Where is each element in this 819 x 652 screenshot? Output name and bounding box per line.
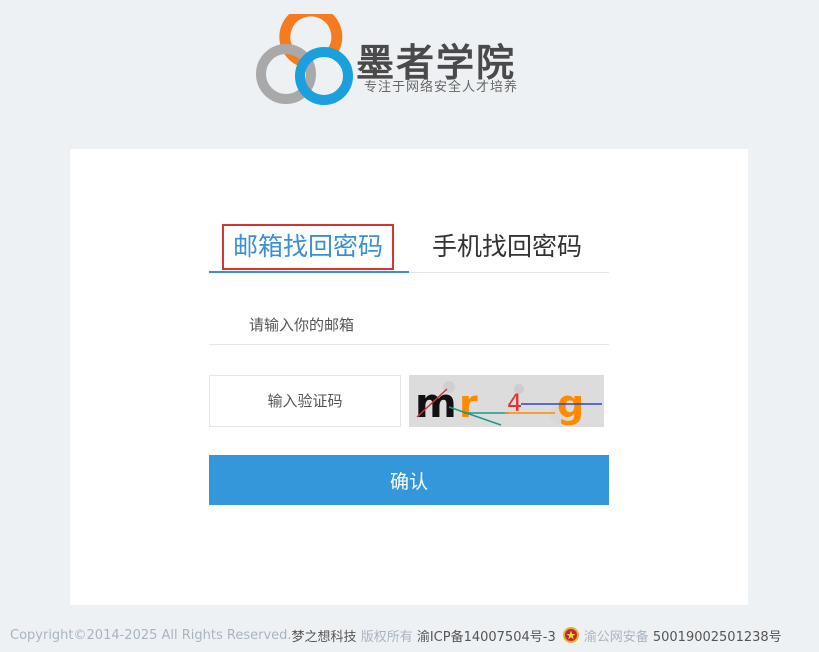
tab-phone-reset[interactable]: 手机找回密码 xyxy=(432,222,582,272)
reset-password-card: 邮箱找回密码 手机找回密码 mr4g m r 4 g 确认 xyxy=(70,149,748,605)
page: 墨者学院 专注于网络安全人才培养 邮箱找回密码 手机找回密码 mr4g m r … xyxy=(0,0,819,652)
reset-method-tabs: 邮箱找回密码 手机找回密码 xyxy=(209,222,609,273)
footer-rights: 版权所有 xyxy=(356,629,417,645)
footer-police-label[interactable]: 渝公网安备 xyxy=(584,626,649,645)
active-tab-indicator xyxy=(209,271,409,273)
email-input[interactable] xyxy=(209,306,609,345)
police-badge-icon xyxy=(562,627,579,643)
footer-company: 梦之想科技 xyxy=(291,629,357,645)
brand-logo-mark-icon xyxy=(256,14,353,105)
brand-logo: 墨者学院 专注于网络安全人才培养 xyxy=(256,14,576,110)
confirm-button[interactable]: 确认 xyxy=(209,455,609,505)
footer-police-number: 50019002501238号 xyxy=(648,629,782,645)
footer-copyright: Copyright©2014-2025 All Rights Reserved. xyxy=(10,627,292,643)
footer-icp-link[interactable]: 渝ICP备14007504号-3 xyxy=(417,626,556,645)
tab-email-reset[interactable]: 邮箱找回密码 xyxy=(222,222,395,272)
captcha-input[interactable] xyxy=(209,375,401,427)
svg-text:m: m xyxy=(415,381,457,427)
svg-text:r: r xyxy=(459,382,478,426)
brand-slogan: 专注于网络安全人才培养 xyxy=(364,80,519,95)
captcha-image[interactable]: mr4g m r 4 g xyxy=(409,375,604,427)
footer: Copyright©2014-2025 All Rights Reserved.… xyxy=(10,626,815,645)
tab-email-reset-label: 邮箱找回密码 xyxy=(222,224,395,270)
